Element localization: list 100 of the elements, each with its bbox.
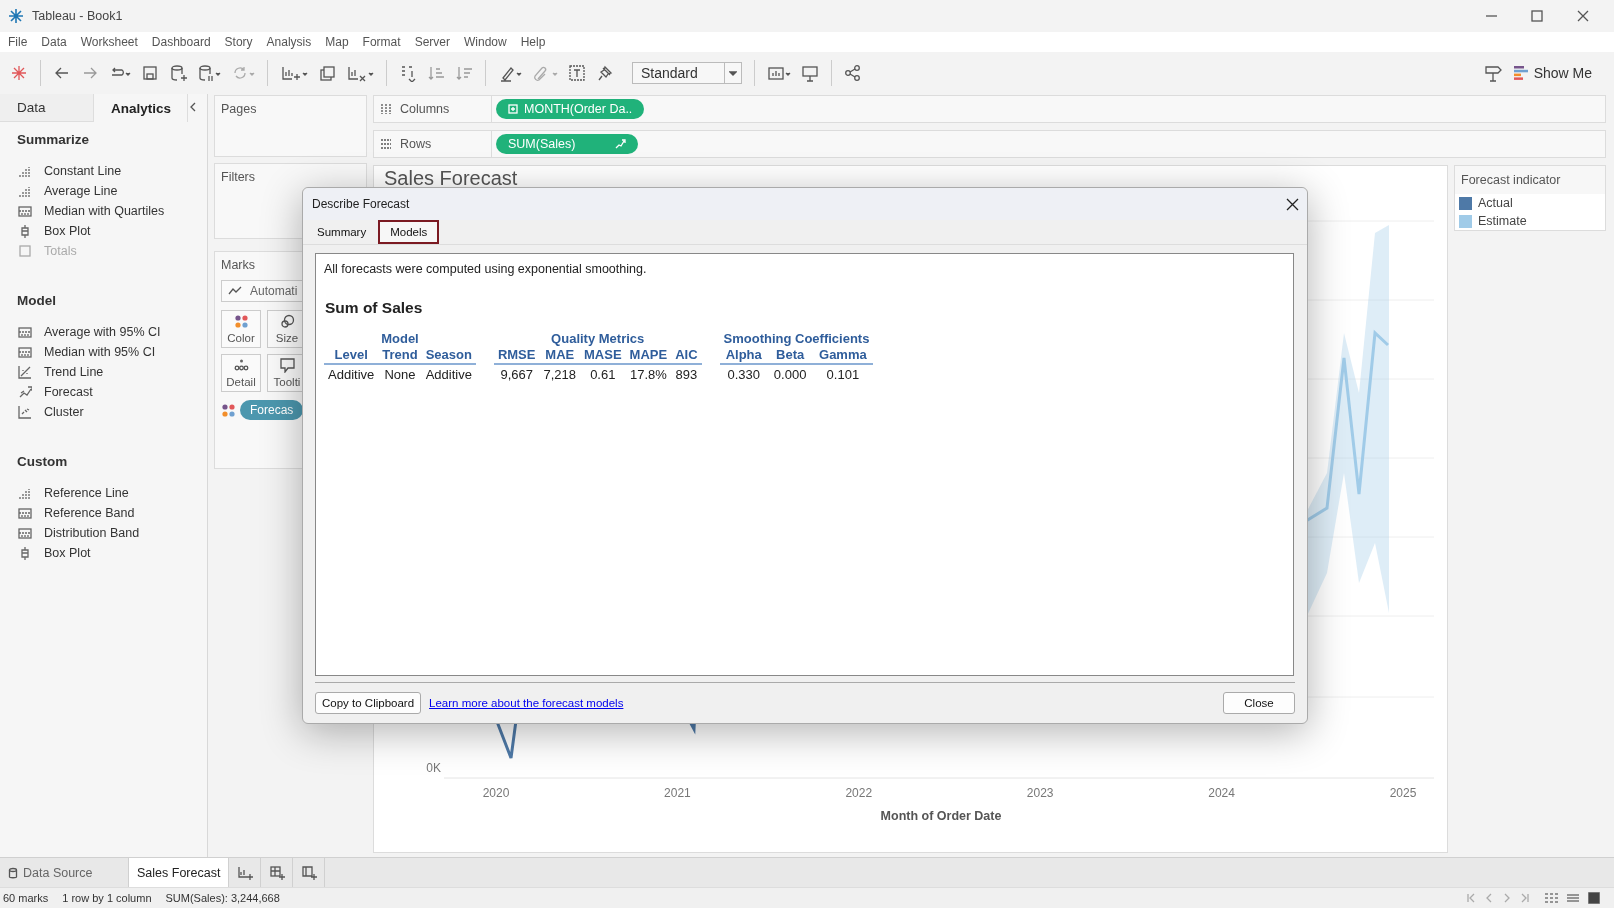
band-chart-icon xyxy=(18,325,32,339)
panel-tab[interactable]: Data xyxy=(0,94,94,122)
band-chart-icon xyxy=(18,345,32,359)
analytics-item[interactable]: Median with Quartiles xyxy=(0,201,207,221)
sheet-tab[interactable]: Sales Forecast xyxy=(129,858,230,887)
forecast-arrow-icon xyxy=(18,385,32,399)
table-cell-text: Additive xyxy=(327,366,376,384)
menu-item[interactable]: Help xyxy=(520,35,554,49)
new-worksheet-icon[interactable] xyxy=(236,864,253,881)
analytics-item[interactable]: Constant Line xyxy=(0,161,207,181)
axis-title: Month of Order Date xyxy=(880,809,1002,823)
trend-line-icon xyxy=(18,365,32,379)
presentation-icon[interactable] xyxy=(801,64,819,82)
clear-sheet-icon[interactable] xyxy=(346,64,374,82)
band-chart-icon xyxy=(18,204,32,218)
menu-item[interactable]: Worksheet xyxy=(80,35,146,49)
filmstrip-view-icon[interactable] xyxy=(1588,892,1600,904)
menu-item[interactable]: File xyxy=(8,35,36,49)
column-header: Level xyxy=(324,347,379,365)
menu-item[interactable]: Server xyxy=(414,35,458,49)
dialog-tab[interactable]: Models xyxy=(378,220,440,244)
checkbox-icon xyxy=(18,244,32,258)
show-labels-icon[interactable] xyxy=(767,64,791,82)
scatter-icon xyxy=(18,405,32,419)
share-icon[interactable] xyxy=(844,64,862,82)
plus-box-icon xyxy=(508,104,518,114)
legend-title: Forecast indicator xyxy=(1455,166,1605,194)
close-icon[interactable] xyxy=(1286,197,1299,211)
dialog-tab[interactable]: Summary xyxy=(305,220,379,244)
sheet-title: Sales Forecast xyxy=(384,166,518,190)
database-icon xyxy=(8,866,18,879)
grid-view-icon[interactable] xyxy=(1544,892,1558,904)
analytics-item[interactable]: Reference Line xyxy=(0,483,207,503)
duplicate-sheet-icon[interactable] xyxy=(318,64,336,82)
column-header: Season xyxy=(421,347,476,365)
text-box-icon[interactable] xyxy=(568,64,586,82)
database-pause-icon[interactable] xyxy=(197,64,221,82)
analytics-item[interactable]: Box Plot xyxy=(0,221,207,241)
shelf-label: Columns xyxy=(400,102,450,116)
database-add-icon[interactable] xyxy=(169,64,187,82)
column-group-header: Model xyxy=(380,331,420,347)
dotted-bars-icon xyxy=(18,164,32,178)
menu-item[interactable]: Analysis xyxy=(266,35,320,49)
card-title: Pages xyxy=(221,102,257,116)
pin-icon[interactable] xyxy=(596,64,614,82)
axis-tick-label: 2022 xyxy=(845,786,873,800)
line-icon xyxy=(228,286,242,296)
status-text: 1 row by 1 column xyxy=(62,892,152,904)
menu-item[interactable]: Data xyxy=(41,35,75,49)
close-icon[interactable] xyxy=(1577,10,1589,22)
analytics-item[interactable]: Cluster xyxy=(0,402,207,422)
analytics-item[interactable]: Median with 95% CI xyxy=(0,342,207,362)
card-title: Marks xyxy=(221,258,256,272)
dialog-title: Describe Forecast xyxy=(312,197,410,211)
copy-button[interactable]: Copy to Clipboard xyxy=(315,692,422,714)
analytics-item[interactable]: Box Plot xyxy=(0,543,207,563)
table-cell-text: None xyxy=(383,366,417,384)
box-plot-icon xyxy=(18,546,32,560)
paperclip-icon[interactable] xyxy=(532,64,558,82)
columns-icon xyxy=(380,103,392,115)
size-shapes-icon xyxy=(279,314,295,329)
axis-tick-label: 2023 xyxy=(1026,786,1054,800)
speech-bubble-icon xyxy=(279,358,295,373)
collapse-icon[interactable] xyxy=(189,102,197,112)
caret-icon xyxy=(729,70,737,76)
analytics-item[interactable]: Reference Band xyxy=(0,503,207,523)
analytics-item[interactable]: Forecast xyxy=(0,382,207,402)
marks-button[interactable]: Detail xyxy=(221,354,261,392)
band-chart-icon xyxy=(18,526,32,540)
swap-icon[interactable] xyxy=(399,64,417,82)
color-dots-icon xyxy=(233,314,249,329)
list-view-icon[interactable] xyxy=(1566,892,1580,904)
analytics-item[interactable]: Average with 95% CI xyxy=(0,322,207,342)
signpost-icon[interactable] xyxy=(1483,63,1504,83)
legend-label: Estimate xyxy=(1478,214,1527,228)
column-header: Trend xyxy=(378,347,422,365)
new-story-icon[interactable] xyxy=(300,864,317,881)
menu-item[interactable]: Format xyxy=(362,35,409,49)
new-sheet-icon[interactable] xyxy=(280,64,308,82)
show-me-button[interactable]: Show Me xyxy=(1513,65,1592,81)
new-dashboard-icon[interactable] xyxy=(268,864,285,881)
menu-item[interactable]: Map xyxy=(325,35,357,49)
axis-tick-label: 2025 xyxy=(1389,786,1417,800)
save-icon[interactable] xyxy=(141,64,159,82)
fit-dropdown[interactable]: Standard xyxy=(632,62,742,84)
menu-item[interactable]: Window xyxy=(463,35,515,49)
analytics-item[interactable]: Trend Line xyxy=(0,362,207,382)
dotted-bars-icon xyxy=(18,486,32,500)
axis-tick-label: 2021 xyxy=(664,786,691,800)
axis-tick-label: 0K xyxy=(426,761,441,775)
menu-item[interactable]: Story xyxy=(224,35,261,49)
status-text: SUM(Sales): 3,244,668 xyxy=(165,892,280,904)
dots-icon xyxy=(233,358,249,373)
menu-item[interactable]: Dashboard xyxy=(151,35,219,49)
marks-button[interactable]: Color xyxy=(221,310,261,348)
band-chart-icon xyxy=(18,506,32,520)
forecast-arrow-icon xyxy=(615,138,626,150)
analytics-item[interactable]: Distribution Band xyxy=(0,523,207,543)
analytics-item[interactable]: Average Line xyxy=(0,181,207,201)
maximize-icon[interactable] xyxy=(1531,10,1543,22)
